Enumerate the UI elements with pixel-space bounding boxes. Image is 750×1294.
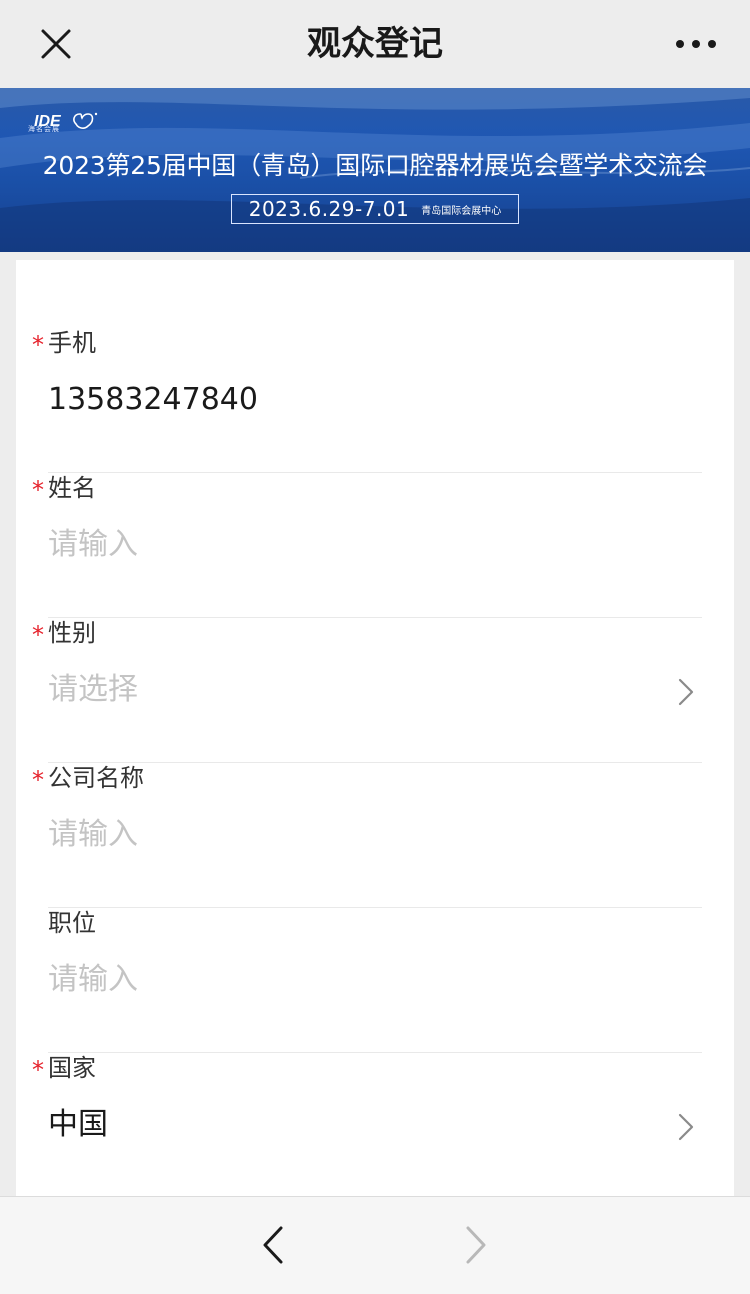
required-mark: * <box>32 476 44 504</box>
country-select[interactable]: 中国 <box>48 1105 108 1145</box>
company-input[interactable]: 请输入 <box>48 815 138 855</box>
bottom-nav-bar <box>0 1196 750 1294</box>
phone-field: * 手机 13583247840 <box>32 328 702 473</box>
country-field[interactable]: * 国家 中国 <box>32 1053 702 1198</box>
gender-select[interactable]: 请选择 <box>48 670 138 710</box>
more-dots-icon[interactable] <box>670 28 722 60</box>
company-label: 公司名称 <box>48 764 144 792</box>
required-mark: * <box>32 331 44 359</box>
country-label: 国家 <box>48 1054 96 1082</box>
banner-date: 2023.6.29-7.01 <box>248 197 410 221</box>
registration-form: * 手机 13583247840 * 姓名 请输入 * 性别 请选择 * 公司名… <box>16 260 734 1198</box>
gender-field[interactable]: * 性别 请选择 <box>32 618 702 763</box>
phone-input[interactable]: 13583247840 <box>48 380 258 420</box>
position-label: 职位 <box>48 909 96 937</box>
chevron-right-icon[interactable] <box>458 1225 494 1265</box>
banner-date-box: 2023.6.29-7.01 青岛国际会展中心 <box>231 194 519 224</box>
logo-subtext: 海名会展 <box>28 125 60 133</box>
chevron-left-icon[interactable] <box>255 1225 291 1265</box>
name-field: * 姓名 请输入 <box>32 473 702 618</box>
page-title: 观众登记 <box>307 24 443 64</box>
banner-title: 2023第25届中国（青岛）国际口腔器材展览会暨学术交流会 <box>42 151 708 180</box>
banner-venue: 青岛国际会展中心 <box>421 205 502 217</box>
gender-label: 性别 <box>48 619 96 647</box>
company-field: * 公司名称 请输入 <box>32 763 702 908</box>
phone-label: 手机 <box>48 329 96 357</box>
name-input[interactable]: 请输入 <box>48 525 138 565</box>
position-input[interactable]: 请输入 <box>48 960 138 1000</box>
required-mark: * <box>32 1056 44 1084</box>
position-field: 职位 请输入 <box>48 908 702 1053</box>
event-banner: IDE 海名会展 2023第25届中国（青岛）国际口腔器材展览会暨学术交流会 2… <box>0 88 750 252</box>
required-mark: * <box>32 621 44 649</box>
required-mark: * <box>32 766 44 794</box>
chevron-right-icon[interactable] <box>678 1113 694 1141</box>
name-label: 姓名 <box>48 474 96 502</box>
chevron-right-icon[interactable] <box>678 678 694 706</box>
top-nav-bar: 观众登记 <box>0 0 750 88</box>
